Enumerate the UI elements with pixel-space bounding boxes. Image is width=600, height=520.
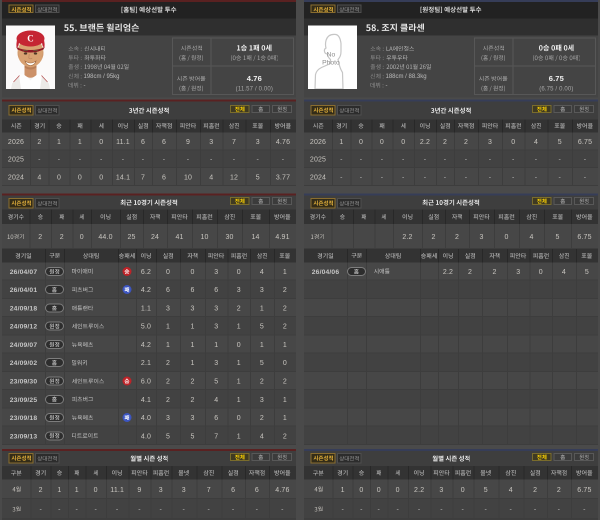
svg-text:Photo: Photo — [322, 60, 340, 67]
svg-text:No: No — [327, 52, 336, 59]
svg-text:C: C — [27, 34, 34, 44]
